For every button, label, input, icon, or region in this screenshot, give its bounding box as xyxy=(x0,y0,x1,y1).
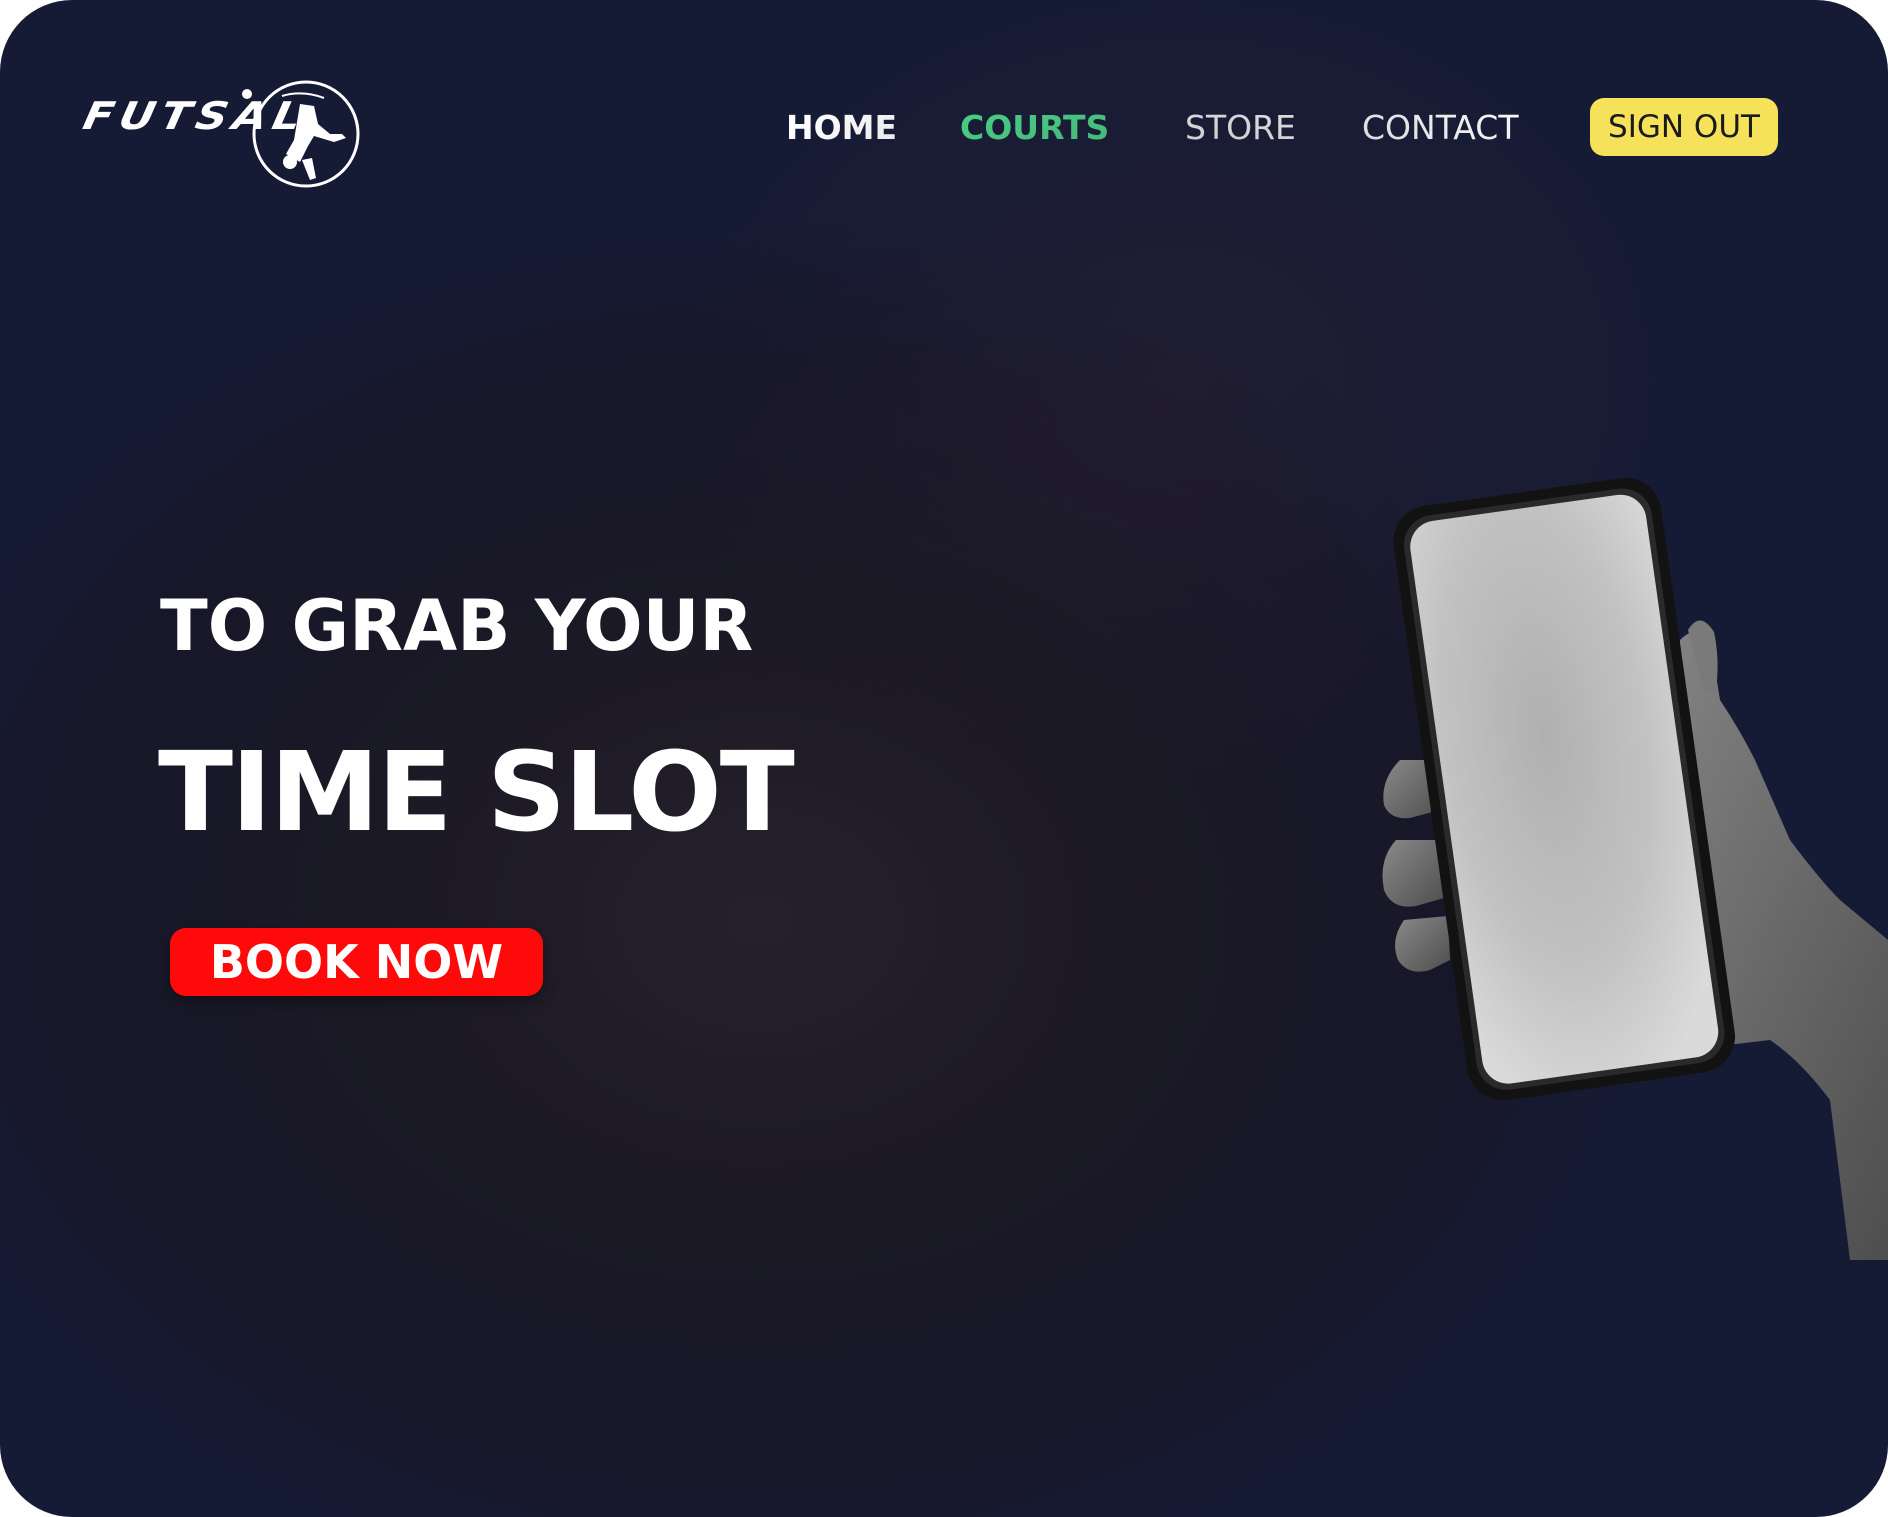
sign-out-button[interactable]: SIGN OUT xyxy=(1590,98,1778,156)
hero-heading-line2: TIME SLOT xyxy=(158,728,795,856)
nav-item-contact[interactable]: CONTACT xyxy=(1362,108,1519,147)
page-frame: FUTSAL HOME COURTS STORE CONTACT SIGN OU… xyxy=(0,0,1888,1517)
hand-holding-phone-icon xyxy=(1382,477,1888,1260)
book-now-button[interactable]: BOOK NOW xyxy=(170,928,543,996)
nav-item-courts[interactable]: COURTS xyxy=(960,108,1109,147)
main-nav: HOME COURTS STORE CONTACT SIGN OUT xyxy=(0,98,1888,158)
hero-heading-line1: TO GRAB YOUR xyxy=(160,585,754,667)
nav-item-store[interactable]: STORE xyxy=(1185,108,1296,147)
nav-item-home[interactable]: HOME xyxy=(786,108,897,147)
